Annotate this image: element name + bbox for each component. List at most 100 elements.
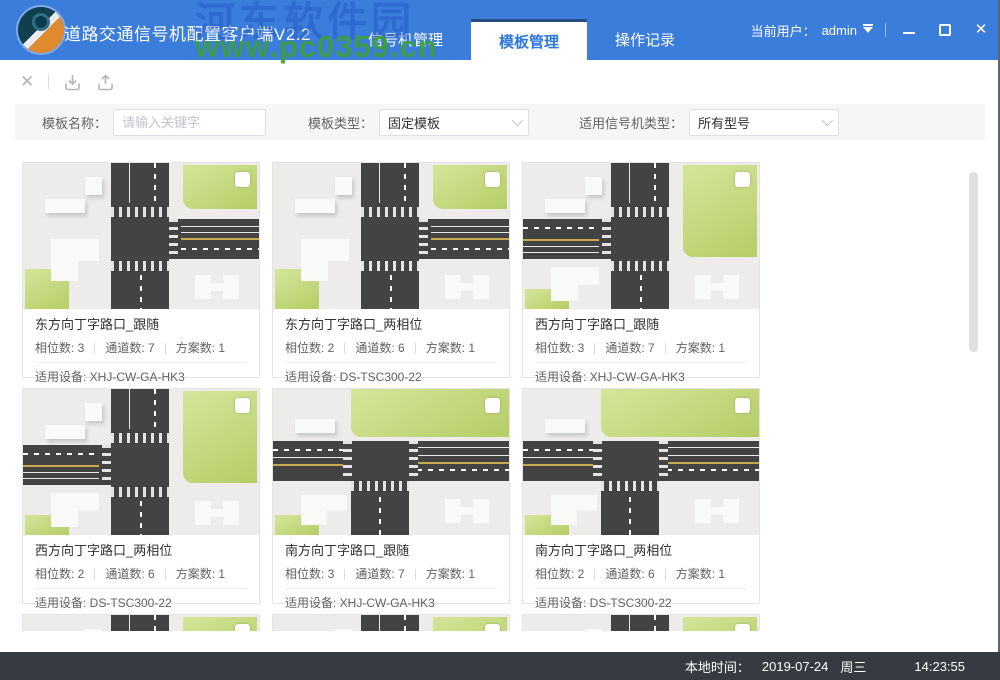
intersection-preview [273, 163, 509, 309]
template-name: 东方向丁字路口_跟随 [35, 316, 247, 334]
template-stats: 相位数: 2通道数: 6方案数: 1 [535, 566, 747, 582]
minimize-button[interactable] [902, 23, 916, 37]
template-card[interactable]: 东方向丁字路口_两相位相位数: 2通道数: 6方案数: 1适用设备: DS-TS… [272, 162, 510, 378]
tab-0[interactable]: 信号机管理 [340, 19, 471, 60]
user-dropdown-icon[interactable] [863, 27, 873, 38]
stat-item: 相位数: 2 [285, 340, 334, 356]
minimize-icon [903, 32, 915, 34]
template-list-viewport: 东方向丁字路口_跟随相位数: 3通道数: 7方案数: 1适用设备: XHJ-CW… [22, 162, 764, 631]
status-date: 2019-07-24 [762, 659, 829, 674]
window-controls: ✕ [902, 0, 988, 60]
card-info: 东方向丁字路口_两相位相位数: 2 通道数: 6 方案数: 1 适用设备: DS-TS… [273, 309, 509, 385]
current-user[interactable]: 当前用户： admin [751, 0, 892, 60]
delete-template-button[interactable]: ✕ [20, 72, 34, 92]
template-device: 适用设备: DS-TSC300-22 [285, 362, 497, 385]
stat-item: 通道数: 7 [105, 340, 154, 356]
card-select-checkbox[interactable] [485, 398, 500, 413]
template-name: 西方向丁字路口_跟随 [535, 316, 747, 334]
titlebar-separator [885, 23, 886, 37]
card-select-checkbox[interactable] [485, 172, 500, 187]
template-device: 适用设备: DS-TSC300-22 [535, 588, 747, 611]
toolbar-separator [48, 75, 49, 89]
stat-item: 通道数: 6 [355, 340, 404, 356]
template-card[interactable]: 南方向丁字路口_两相位相位数: 2通道数: 6方案数: 1适用设备: DS-TS… [522, 388, 760, 604]
template-card-partial[interactable] [272, 614, 510, 631]
stat-item: 相位数: 2 [35, 566, 84, 582]
card-info: 南方向丁字路口_两相位相位数: 2通道数: 6方案数: 1适用设备: DS-TS… [523, 535, 759, 611]
toolbar: ✕ [0, 60, 985, 104]
stat-separator [165, 343, 166, 354]
card-select-checkbox[interactable] [735, 172, 750, 187]
stat-separator [344, 343, 345, 354]
stat-separator [415, 343, 416, 354]
stat-separator [415, 569, 416, 580]
template-card[interactable]: 南方向丁字路口_跟随相位数: 3通道数: 7方案数: 1适用设备: XHJ-CW… [272, 388, 510, 604]
intersection-preview [23, 389, 259, 535]
template-card[interactable]: 西方向丁字路口_跟随相位数: 3通道数: 7方案数: 1适用设备: XHJ-CW… [522, 162, 760, 378]
status-time: 14:23:55 [914, 659, 965, 674]
template-card-partial[interactable] [522, 614, 760, 631]
card-select-checkbox[interactable] [235, 172, 250, 187]
intersection-preview [523, 615, 759, 631]
template-card[interactable]: 东方向丁字路口_跟随相位数: 3通道数: 7方案数: 1适用设备: XHJ-CW… [22, 162, 260, 378]
app-title: 道路交通信号机配置客户端V2.2 [64, 20, 311, 45]
vertical-scrollbar[interactable] [969, 172, 978, 352]
maximize-button[interactable] [938, 23, 952, 37]
template-type-label: 模板类型： [308, 113, 373, 132]
intersection-preview [273, 615, 509, 631]
app-logo-inner [32, 13, 50, 31]
intersection-preview [523, 163, 759, 309]
intersection-preview [273, 389, 509, 535]
stat-item: 相位数: 3 [535, 340, 584, 356]
template-card-partial[interactable] [22, 614, 260, 631]
tab-1[interactable]: 模板管理 [471, 19, 587, 60]
filter-bar: 模板名称： 模板类型： 固定模板 适用信号机类型： 所有型号 [15, 104, 985, 140]
stat-item: 通道数: 7 [605, 340, 654, 356]
stat-separator [165, 569, 166, 580]
stat-separator [94, 569, 95, 580]
status-bar: 本地时间： 2019-07-24 周三 14:23:55 [0, 652, 1000, 680]
signal-type-select[interactable]: 所有型号 [689, 109, 839, 136]
current-user-name: admin [822, 23, 857, 38]
template-type-value: 固定模板 [388, 113, 440, 132]
template-card[interactable]: 西方向丁字路口_两相位相位数: 2通道数: 6方案数: 1适用设备: DS-TS… [22, 388, 260, 604]
template-stats: 相位数: 3通道数: 7方案数: 1 [35, 340, 247, 356]
template-type-select[interactable]: 固定模板 [379, 109, 529, 136]
chevron-down-icon [822, 115, 833, 126]
status-weekday: 周三 [840, 657, 866, 676]
stat-separator [665, 343, 666, 354]
intersection-preview [523, 389, 759, 535]
template-stats: 相位数: 2 通道数: 6 方案数: 1 [285, 340, 497, 356]
stat-item: 方案数: 1 [676, 566, 725, 582]
template-name: 西方向丁字路口_两相位 [35, 542, 247, 560]
signal-type-label: 适用信号机类型： [579, 113, 683, 132]
template-name-input[interactable] [113, 109, 266, 136]
close-button[interactable]: ✕ [974, 23, 988, 37]
card-info: 西方向丁字路口_两相位相位数: 2 通道数: 6 方案数: 1 适用设备: DS-TS… [23, 535, 259, 611]
export-button[interactable] [96, 73, 115, 92]
stat-separator [344, 569, 345, 580]
tab-2[interactable]: 操作记录 [587, 19, 703, 60]
card-select-checkbox[interactable] [735, 398, 750, 413]
stat-item: 方案数: 1 [426, 340, 475, 356]
card-select-checkbox[interactable] [485, 624, 500, 631]
import-icon [63, 73, 82, 92]
template-device: 适用设备: DS-TSC300-22 [35, 588, 247, 611]
template-name: 东方向丁字路口_两相位 [285, 316, 497, 334]
card-info: 东方向丁字路口_跟随相位数: 3通道数: 7方案数: 1适用设备: XHJ-CW… [23, 309, 259, 385]
export-icon [96, 73, 115, 92]
stat-item: 方案数: 1 [176, 566, 225, 582]
card-select-checkbox[interactable] [735, 624, 750, 631]
import-button[interactable] [63, 73, 82, 92]
card-select-checkbox[interactable] [235, 624, 250, 631]
template-device: 适用设备: XHJ-CW-GA-HK3 [285, 588, 497, 611]
stat-item: 通道数: 6 [105, 566, 154, 582]
app-logo-icon [18, 7, 64, 53]
intersection-preview [23, 163, 259, 309]
stat-separator [665, 569, 666, 580]
local-time-label: 本地时间： [685, 657, 750, 676]
template-name-label: 模板名称： [42, 113, 107, 132]
card-select-checkbox[interactable] [235, 398, 250, 413]
stat-item: 相位数: 3 [35, 340, 84, 356]
card-info: 南方向丁字路口_跟随相位数: 3通道数: 7方案数: 1适用设备: XHJ-CW… [273, 535, 509, 611]
